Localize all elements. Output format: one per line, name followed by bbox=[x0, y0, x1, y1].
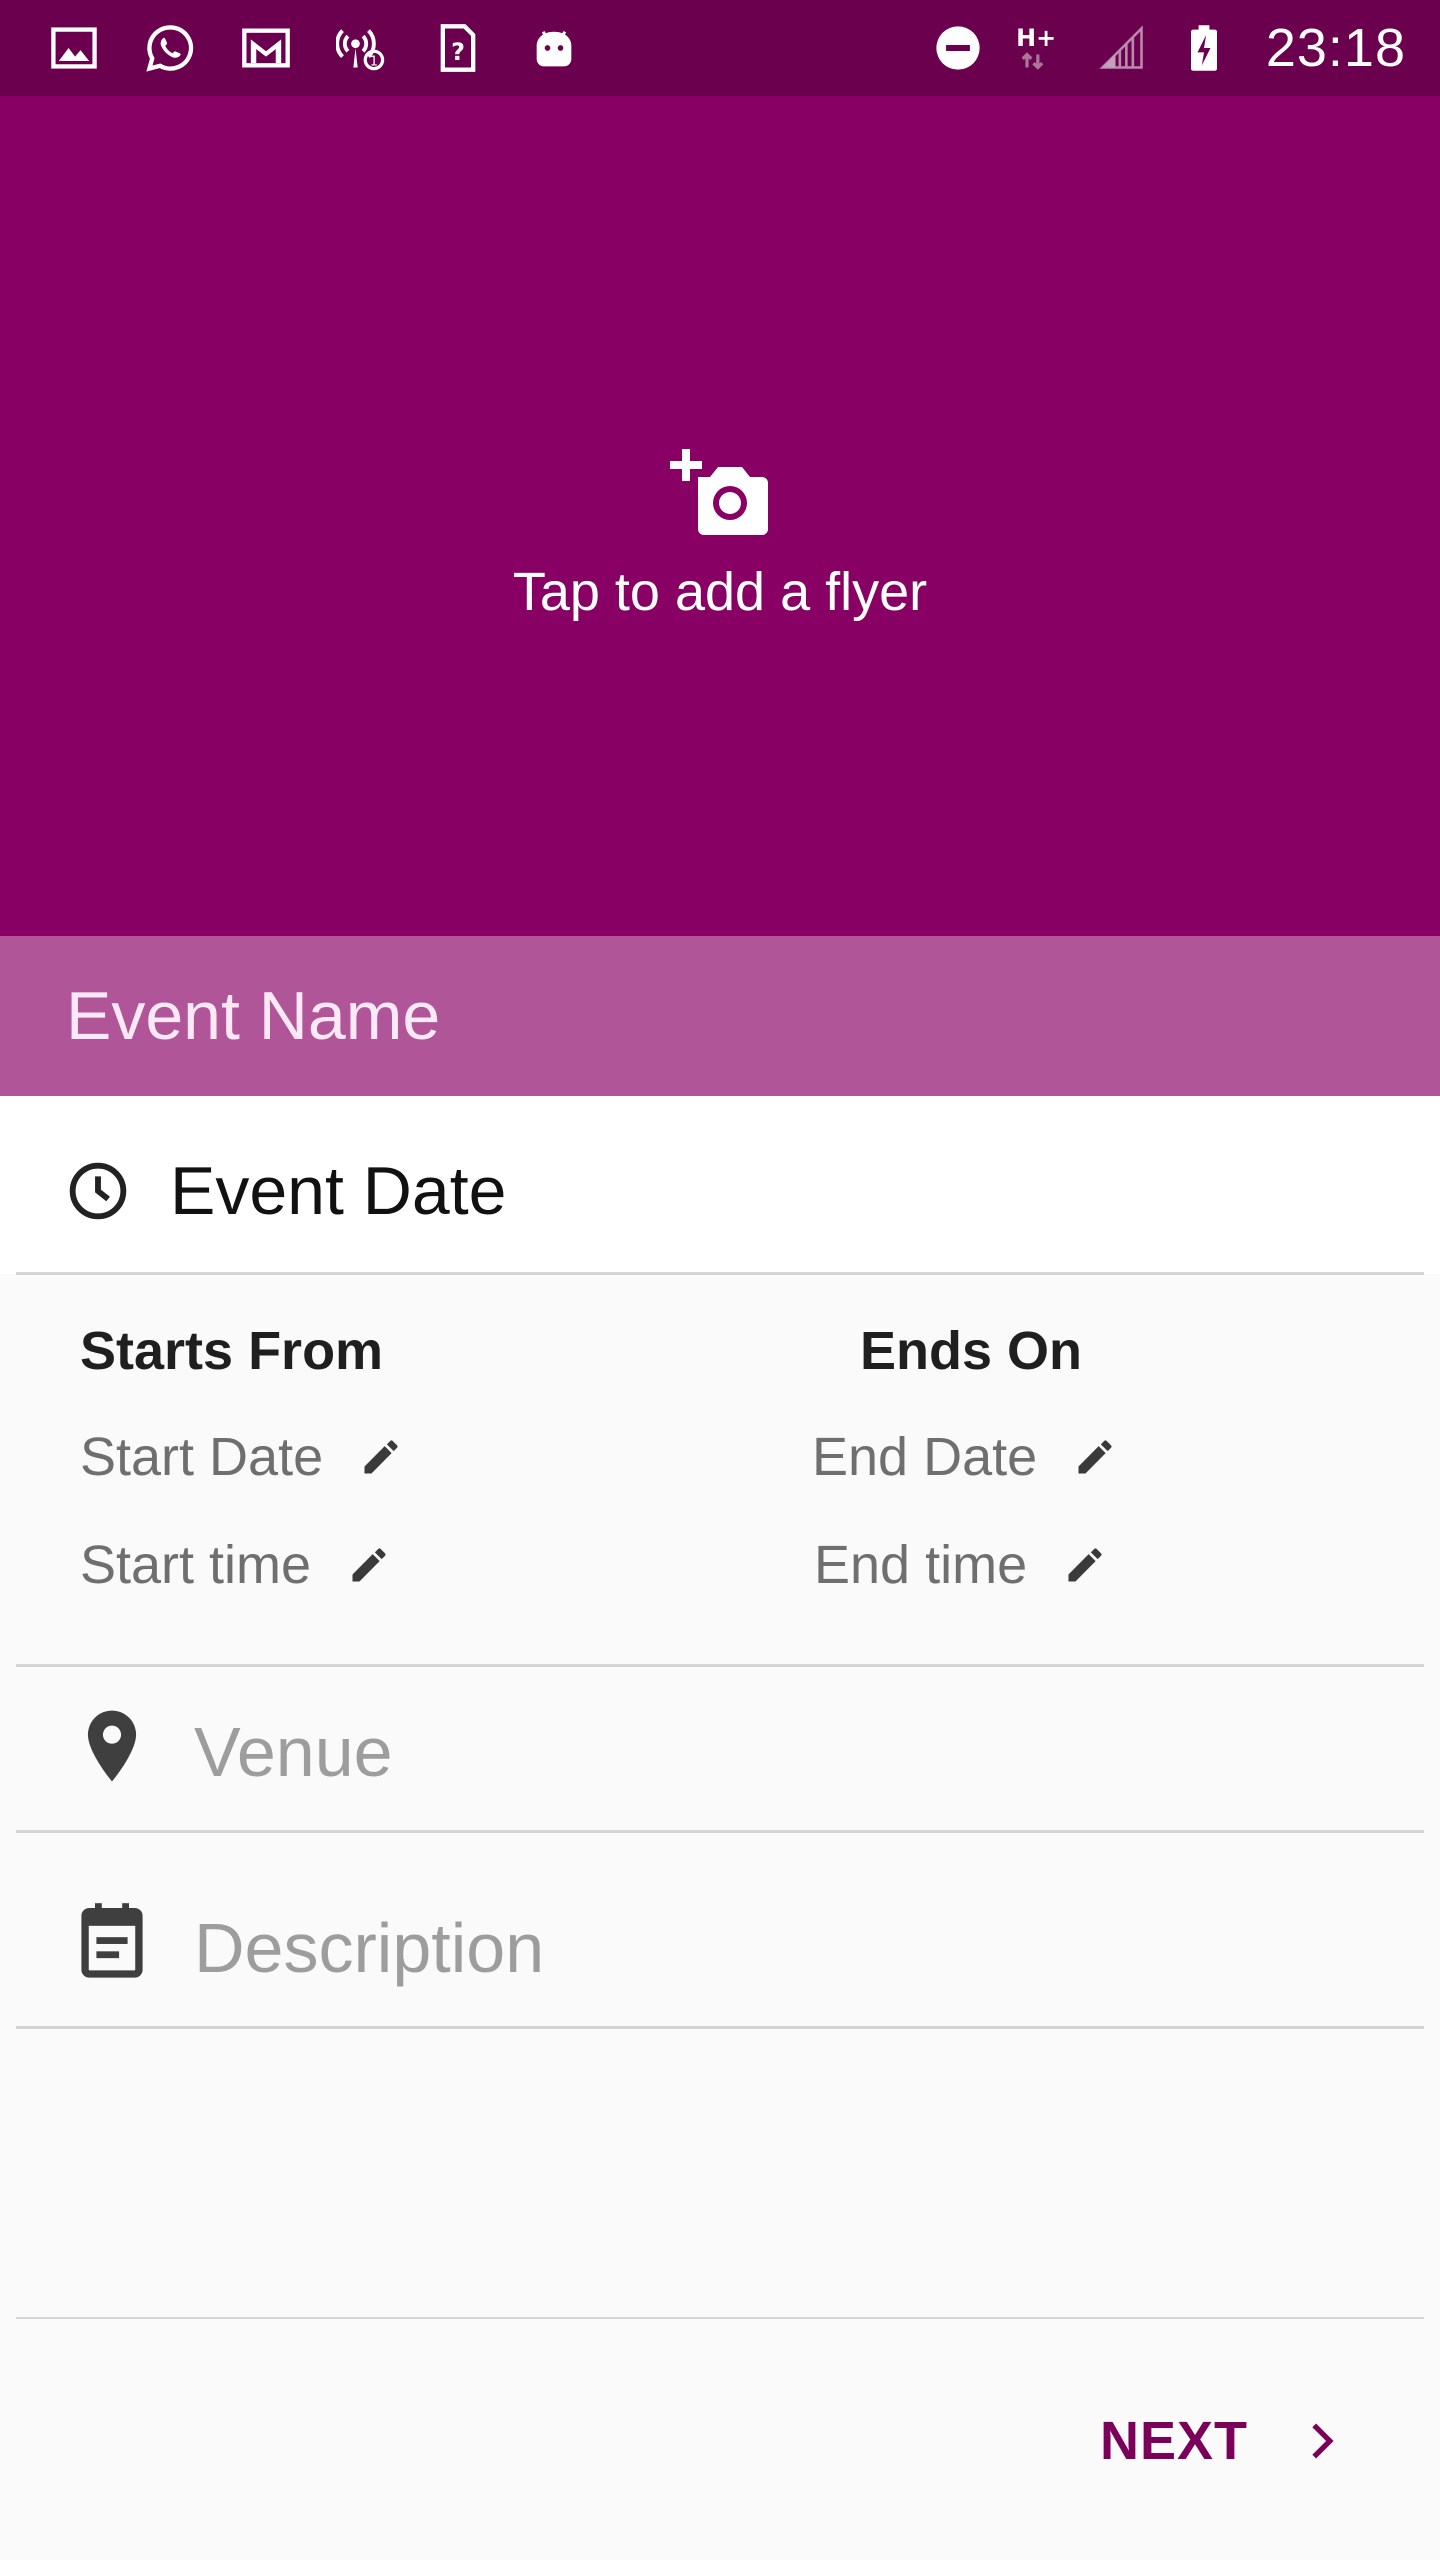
add-flyer-label: Tap to add a flyer bbox=[512, 562, 928, 622]
event-name-placeholder: Event Name bbox=[66, 978, 441, 1054]
svg-text:?: ? bbox=[451, 38, 465, 66]
battery-charging-icon bbox=[1178, 22, 1230, 74]
android-icon bbox=[528, 22, 580, 74]
description-placeholder: Description bbox=[194, 1909, 545, 1987]
start-time-label: Start time bbox=[80, 1535, 312, 1595]
start-time-picker[interactable]: Start time bbox=[80, 1534, 391, 1596]
description-field[interactable]: Description bbox=[0, 1834, 1440, 2026]
clock-icon bbox=[66, 1159, 130, 1223]
hotspot-icon: 1 bbox=[336, 22, 388, 74]
end-date-label: End Date bbox=[812, 1427, 1038, 1487]
add-flyer-area[interactable]: Tap to add a flyer bbox=[0, 96, 1440, 936]
end-date-picker[interactable]: End Date bbox=[812, 1426, 1117, 1488]
divider bbox=[16, 2026, 1424, 2029]
add-photo-icon bbox=[670, 449, 770, 539]
ends-on-heading: Ends On bbox=[860, 1321, 1083, 1381]
gallery-icon bbox=[48, 22, 100, 74]
signal-icon bbox=[1096, 22, 1148, 74]
edit-pencil-icon bbox=[359, 1435, 403, 1479]
divider bbox=[16, 1664, 1424, 1667]
system-icons: H+ 23:18 bbox=[932, 0, 1406, 96]
event-date-header: Event Date bbox=[0, 1096, 1440, 1274]
whatsapp-icon bbox=[144, 22, 196, 74]
svg-text:1: 1 bbox=[370, 54, 378, 69]
status-time: 23:18 bbox=[1265, 18, 1406, 78]
edit-pencil-icon bbox=[1063, 1543, 1107, 1587]
starts-from-heading: Starts From bbox=[80, 1321, 384, 1381]
edit-pencil-icon bbox=[347, 1543, 391, 1587]
divider bbox=[16, 1830, 1424, 1833]
sim-unknown-icon: ? bbox=[432, 22, 484, 74]
end-time-label: End time bbox=[814, 1535, 1028, 1595]
venue-placeholder: Venue bbox=[194, 1713, 393, 1791]
event-date-title: Event Date bbox=[170, 1153, 507, 1229]
start-date-label: Start Date bbox=[80, 1427, 324, 1487]
do-not-disturb-icon bbox=[932, 22, 984, 74]
event-note-icon bbox=[78, 1898, 146, 1982]
start-date-picker[interactable]: Start Date bbox=[80, 1426, 403, 1488]
end-time-picker[interactable]: End time bbox=[814, 1534, 1107, 1596]
edit-pencil-icon bbox=[1073, 1435, 1117, 1479]
status-bar: 1 ? H+ 23:18 bbox=[0, 0, 1440, 96]
event-name-field[interactable]: Event Name bbox=[0, 936, 1440, 1096]
next-label: NEXT bbox=[1099, 2411, 1248, 2471]
divider bbox=[16, 2317, 1424, 2319]
notification-icons: 1 ? bbox=[48, 0, 580, 96]
chevron-right-icon bbox=[1296, 2413, 1352, 2469]
next-button[interactable]: NEXT bbox=[1100, 2410, 1352, 2472]
gmail-icon bbox=[240, 22, 292, 74]
location-pin-icon bbox=[78, 1704, 146, 1788]
divider bbox=[16, 1272, 1424, 1275]
network-label: H+ bbox=[1016, 24, 1056, 52]
network-hplus-icon: H+ bbox=[1014, 22, 1066, 74]
venue-field[interactable]: Venue bbox=[0, 1668, 1440, 1828]
